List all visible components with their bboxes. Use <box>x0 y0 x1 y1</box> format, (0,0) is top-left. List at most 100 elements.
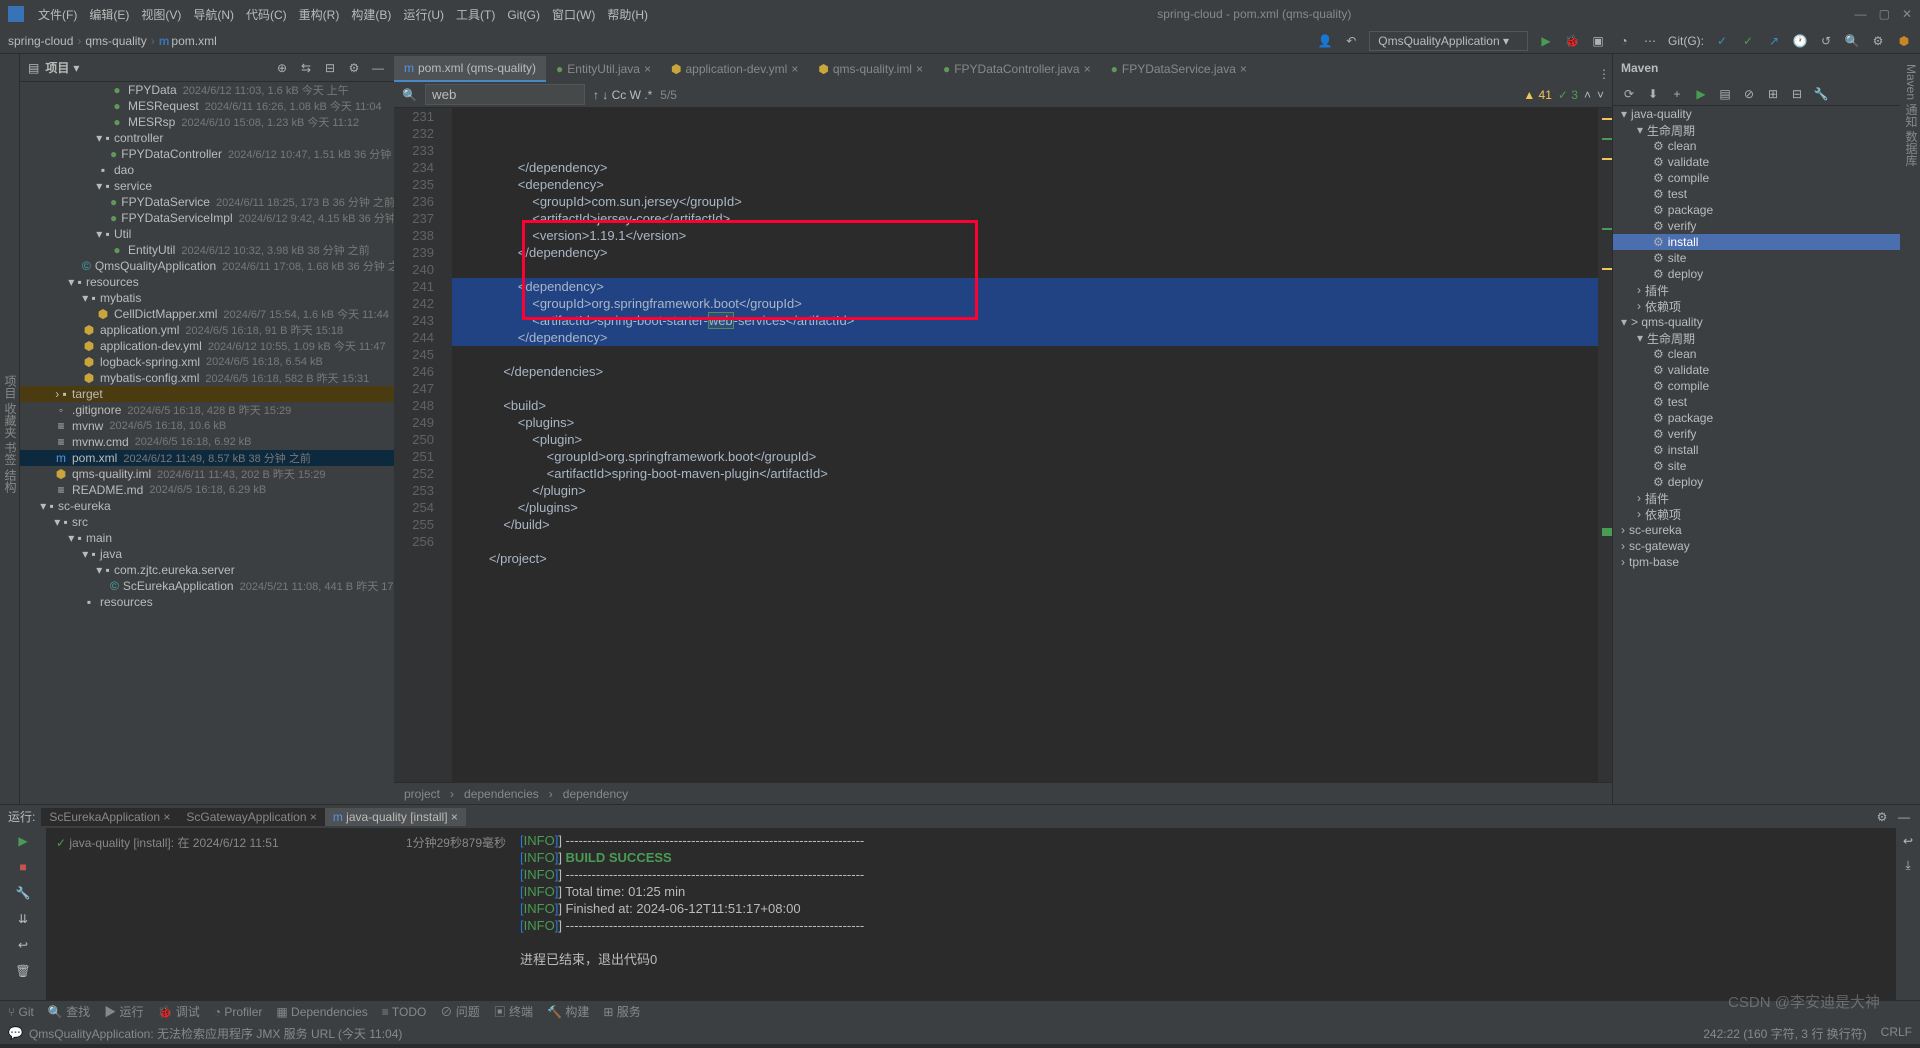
tree-item[interactable]: ▾ ▪ service <box>20 178 394 194</box>
inspection-ok[interactable]: ✓ 3 <box>1558 88 1578 102</box>
bottom-tool-button[interactable]: ≡ TODO <box>382 1005 427 1019</box>
tree-item[interactable]: ● FPYData2024/6/12 11:03, 1.6 kB 今天 上午 <box>20 82 394 98</box>
term-settings-icon[interactable]: ⚙ <box>1874 809 1890 825</box>
run-tab[interactable]: m java-quality [install] × <box>325 808 466 826</box>
bottom-tool-button[interactable]: ⊘ 问题 <box>440 1003 479 1020</box>
maven-item[interactable]: ⚙verify <box>1613 426 1900 442</box>
scroll-end-icon[interactable]: ⤓ <box>1905 858 1910 873</box>
maven-item[interactable]: ›依赖项 <box>1613 298 1900 314</box>
term-wrap-icon[interactable]: ↩ <box>18 938 28 952</box>
tree-item[interactable]: ● EntityUtil2024/6/12 10:32, 3.98 kB 38 … <box>20 242 394 258</box>
menu-item[interactable]: 重构(R) <box>293 8 346 22</box>
editor-breadcrumb[interactable]: project› dependencies› dependency <box>394 782 1612 804</box>
term-scroll-icon[interactable]: ⇊ <box>18 912 28 926</box>
show-deps-icon[interactable]: ⊞ <box>1765 86 1781 102</box>
tree-item[interactable]: © QmsQualityApplication2024/6/11 17:08, … <box>20 258 394 274</box>
tab-close-icon[interactable]: × <box>1084 62 1091 76</box>
maven-item[interactable]: ⚙compile <box>1613 378 1900 394</box>
search-controls[interactable]: ↑ ↓ Cc W .* <box>593 88 652 102</box>
tree-item[interactable]: › ▪ target <box>20 386 394 402</box>
tree-item[interactable]: ▾ ▪ src <box>20 514 394 530</box>
status-notification-icon[interactable]: 💬 <box>8 1026 23 1040</box>
editor-tab[interactable]: ● FPYDataController.java × <box>933 56 1101 82</box>
tab-close-icon[interactable]: × <box>791 62 798 76</box>
maven-settings-icon[interactable]: 🔧 <box>1813 86 1829 102</box>
menu-item[interactable]: 窗口(W) <box>546 8 601 22</box>
coverage-icon[interactable]: ▣ <box>1590 33 1606 49</box>
git-commit-icon[interactable]: ✓ <box>1740 33 1756 49</box>
tree-item[interactable]: ◦ .gitignore2024/6/5 16:18, 428 B 昨天 15:… <box>20 402 394 418</box>
tree-item[interactable]: ● MESRsp2024/6/10 15:08, 1.23 kB 今天 11:1… <box>20 114 394 130</box>
menu-item[interactable]: 视图(V) <box>135 8 187 22</box>
tree-item[interactable]: ▾ ▪ controller <box>20 130 394 146</box>
tree-item[interactable]: ▪ dao <box>20 162 394 178</box>
term-hide-icon[interactable]: — <box>1896 809 1912 825</box>
menu-item[interactable]: 运行(U) <box>397 8 450 22</box>
collapse-icon[interactable]: ⊟ <box>322 60 338 76</box>
run-config-selector[interactable]: QmsQualityApplication ▾ <box>1369 31 1528 51</box>
run-tool-tabs[interactable]: 运行: ScEurekaApplication ×ScGatewayApplic… <box>0 804 1920 828</box>
maven-item[interactable]: ⚙site <box>1613 250 1900 266</box>
tab-close-icon[interactable]: × <box>1240 62 1247 76</box>
project-tree[interactable]: ● FPYData2024/6/12 11:03, 1.6 kB 今天 上午 ●… <box>20 82 394 804</box>
maven-item[interactable]: ⚙test <box>1613 186 1900 202</box>
left-tool-stripe[interactable]: 项目 收藏夹 书签 结构 <box>0 54 20 804</box>
inspection-warnings[interactable]: ▲ 41 <box>1523 88 1552 102</box>
hide-icon[interactable]: — <box>370 60 386 76</box>
run-icon[interactable]: ▶ <box>1538 33 1554 49</box>
menu-item[interactable]: 构建(B) <box>345 8 397 22</box>
bottom-tool-button[interactable]: 🔍 查找 <box>48 1003 90 1020</box>
run-tab[interactable]: ScEurekaApplication × <box>41 808 178 826</box>
maven-item[interactable]: ⚙deploy <box>1613 266 1900 282</box>
editor-tab[interactable]: ● FPYDataService.java × <box>1101 56 1257 82</box>
maven-item[interactable]: ⚙install <box>1613 442 1900 458</box>
editor-tab[interactable]: m pom.xml (qms-quality) <box>394 56 546 82</box>
tree-item[interactable]: ▾ ▪ sc-eureka <box>20 498 394 514</box>
git-update-icon[interactable]: ✓ <box>1714 33 1730 49</box>
window-controls[interactable]: — ▢ ✕ <box>1855 7 1912 21</box>
maven-item[interactable]: ›依赖项 <box>1613 506 1900 522</box>
editor-tab[interactable]: ⬢ qms-quality.iml × <box>808 56 933 82</box>
project-view-icon[interactable]: ▤ <box>28 61 39 75</box>
maven-item[interactable]: ▾生命周期 <box>1613 122 1900 138</box>
profiler-icon[interactable]: ◔ <box>1616 33 1632 49</box>
tab-list-icon[interactable]: ⋮ <box>1596 66 1612 82</box>
maven-item[interactable]: ⚙install <box>1613 234 1900 250</box>
maven-run-cfg-icon[interactable]: ▤ <box>1717 86 1733 102</box>
bottom-tool-button[interactable]: 🔨 构建 <box>547 1003 589 1020</box>
menu-item[interactable]: 编辑(E) <box>83 8 135 22</box>
tree-item[interactable]: ⬢ application.yml2024/6/5 16:18, 91 B 昨天… <box>20 322 394 338</box>
generate-icon[interactable]: ⬇ <box>1645 86 1661 102</box>
tree-item[interactable]: ▾ ▪ mybatis <box>20 290 394 306</box>
menu-item[interactable]: 帮助(H) <box>601 8 654 22</box>
tree-item[interactable]: © ScEurekaApplication2024/5/21 11:08, 44… <box>20 578 394 594</box>
search-icon[interactable]: 🔍 <box>1844 33 1860 49</box>
maven-item[interactable]: ›tpm-base <box>1613 554 1900 570</box>
toggle-offline-icon[interactable]: ⊘ <box>1741 86 1757 102</box>
maven-item[interactable]: ›sc-gateway <box>1613 538 1900 554</box>
soft-wrap-icon[interactable]: ↩ <box>1903 834 1913 848</box>
cursor-position[interactable]: 242:22 (160 字符, 3 行 换行符) <box>1703 1025 1866 1042</box>
collapse-all-icon[interactable]: ⊟ <box>1789 86 1805 102</box>
breadcrumb-root[interactable]: spring-cloud <box>8 34 73 48</box>
bottom-tool-button[interactable]: ⊞ 服务 <box>603 1003 640 1020</box>
maven-tree[interactable]: ▾java-quality ▾生命周期 ⚙clean ⚙validate ⚙co… <box>1613 106 1900 804</box>
maven-item[interactable]: ⚙clean <box>1613 138 1900 154</box>
maven-item[interactable]: ›插件 <box>1613 490 1900 506</box>
maven-item[interactable]: ⚙package <box>1613 202 1900 218</box>
tree-item[interactable]: ≡ README.md2024/6/5 16:18, 6.29 kB <box>20 482 394 498</box>
error-stripe[interactable] <box>1598 108 1612 782</box>
tree-item[interactable]: ⬢ CellDictMapper.xml2024/6/7 15:54, 1.6 … <box>20 306 394 322</box>
ai-icon[interactable]: ⬢ <box>1896 33 1912 49</box>
tree-item[interactable]: ⬢ qms-quality.iml2024/6/11 11:43, 202 B … <box>20 466 394 482</box>
maven-item[interactable]: ▾> qms-quality <box>1613 314 1900 330</box>
menu-item[interactable]: 导航(N) <box>187 8 240 22</box>
main-menu[interactable]: 文件(F)编辑(E)视图(V)导航(N)代码(C)重构(R)构建(B)运行(U)… <box>32 6 654 23</box>
debug-icon[interactable]: 🐞 <box>1564 33 1580 49</box>
close-icon[interactable]: ✕ <box>1902 7 1912 21</box>
maven-item[interactable]: ▾java-quality <box>1613 106 1900 122</box>
maven-item[interactable]: ⚙test <box>1613 394 1900 410</box>
bottom-tool-button[interactable]: ◔ Profiler <box>214 1005 263 1019</box>
menu-item[interactable]: 工具(T) <box>450 8 501 22</box>
maven-item[interactable]: ⚙clean <box>1613 346 1900 362</box>
